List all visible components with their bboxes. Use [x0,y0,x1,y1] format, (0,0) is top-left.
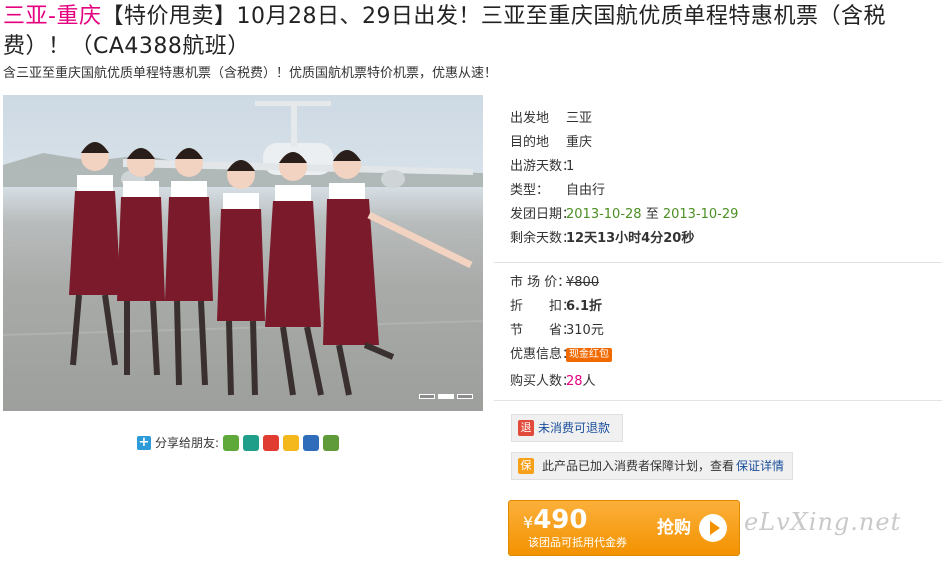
refund-icon: 退 [518,420,534,436]
remaining-value: 12天13小时4分20秒 [566,231,695,246]
qzone-icon[interactable] [283,434,300,451]
promo-badge[interactable]: 现金红包 [566,347,612,362]
departure-label: 出发地 [510,111,550,126]
days-label: 出游天数： [510,159,576,174]
destination-row: 目的地 重庆 [494,131,942,155]
price-value: 490 [533,505,588,535]
promo-label: 优惠信息： [510,347,576,362]
save-label: 节 省： [510,323,576,338]
market-price-value: ¥800 [566,275,600,290]
sina-icon[interactable] [323,434,340,451]
market-price-label: 市 场 价： [510,275,571,290]
buyers-row: 购买人数： 28人 [494,370,942,394]
guarantee-bar: 保 此产品已加入消费者保障计划，查看 保证详情 [511,452,793,480]
discount-row: 折 扣： 6.1折 [494,295,942,319]
play-arrow-icon [699,514,727,542]
carousel-dot-active[interactable] [438,394,454,399]
weibo-icon[interactable] [263,434,280,451]
type-value: 自由行 [566,183,606,198]
buyers-label: 购买人数： [510,374,576,389]
buy-button[interactable]: ¥490 该团品可抵用代金券 抢购 [508,500,740,556]
date-to-word: 至 [645,207,659,222]
remaining-row: 剩余天数： 12天13小时4分20秒 [494,227,942,251]
refund-text: 未消费可退款 [538,421,611,435]
buyers-count: 28 [566,374,583,389]
departure-value: 三亚 [566,111,593,126]
watermark: eLvXing.net [744,508,902,536]
type-row: 类型： 自由行 [494,179,942,203]
date-row: 发团日期： 2013-10-28 至 2013-10-29 [494,203,942,227]
trip-info: 出发地 三亚 目的地 重庆 出游天数： 1 类型： 自由行 发团日期： 2013-10-2… [494,107,942,251]
buy-price: ¥490 [523,504,587,539]
destination-value: 重庆 [566,135,593,150]
buyers-unit: 人 [582,374,596,389]
share-bar: + 分享给朋友: [137,434,340,451]
departure-row: 出发地 三亚 [494,107,942,131]
kaixin-icon[interactable] [223,434,240,451]
page-subtitle: 含三亚至重庆国航优质单程特惠机票（含税费）！优质国航机票特价机票，优惠从速！ [3,66,498,81]
destination-label: 目的地 [510,135,550,150]
discount-value: 6.1折 [566,299,603,314]
date-label: 发团日期： [510,207,576,222]
pricing-info: 市 场 价： ¥800 折 扣： 6.1折 节 省： 310元 优惠信息： 现金红包 购… [494,271,942,394]
refund-tag[interactable]: 退 未消费可退款 [511,414,623,442]
douban-icon[interactable] [243,434,260,451]
title-text: 【特价甩卖】10月28日、29日出发！三亚至重庆国航优质单程特惠机票（含税费）！… [3,4,886,59]
save-value: 310元 [566,323,604,338]
currency-symbol: ¥ [523,513,534,532]
product-photo-illustration [3,101,483,396]
page-title: 三亚-重庆【特价甩卖】10月28日、29日出发！三亚至重庆国航优质单程特惠机票（… [3,2,939,62]
market-price-row: 市 场 价： ¥800 [494,271,942,295]
carousel-dot[interactable] [457,394,473,399]
carousel-dots [419,394,473,399]
route-title: 三亚-重庆 [3,4,102,29]
share-plus-icon[interactable]: + [137,435,151,450]
save-row: 节 省： 310元 [494,319,942,343]
divider [494,262,942,263]
date-to: 2013-10-29 [662,207,739,222]
type-label: 类型： [510,183,550,198]
product-photo[interactable] [3,95,483,411]
discount-label: 折 扣： [510,299,576,314]
guarantee-link[interactable]: 保证详情 [736,453,784,479]
remaining-label: 剩余天数： [510,231,576,246]
promo-row: 优惠信息： 现金红包 [494,343,942,367]
renren-icon[interactable] [303,434,320,451]
voucher-note: 该团品可抵用代金券 [528,536,627,549]
carousel-dot[interactable] [419,394,435,399]
divider [494,400,942,401]
buy-cta-label: 抢购 [657,518,691,538]
days-row: 出游天数： 1 [494,155,942,179]
guarantee-icon: 保 [518,458,534,474]
days-value: 1 [566,159,575,174]
date-from: 2013-10-28 [566,207,642,222]
share-label: 分享给朋友: [155,436,220,450]
guarantee-text: 此产品已加入消费者保障计划，查看 [542,459,735,473]
